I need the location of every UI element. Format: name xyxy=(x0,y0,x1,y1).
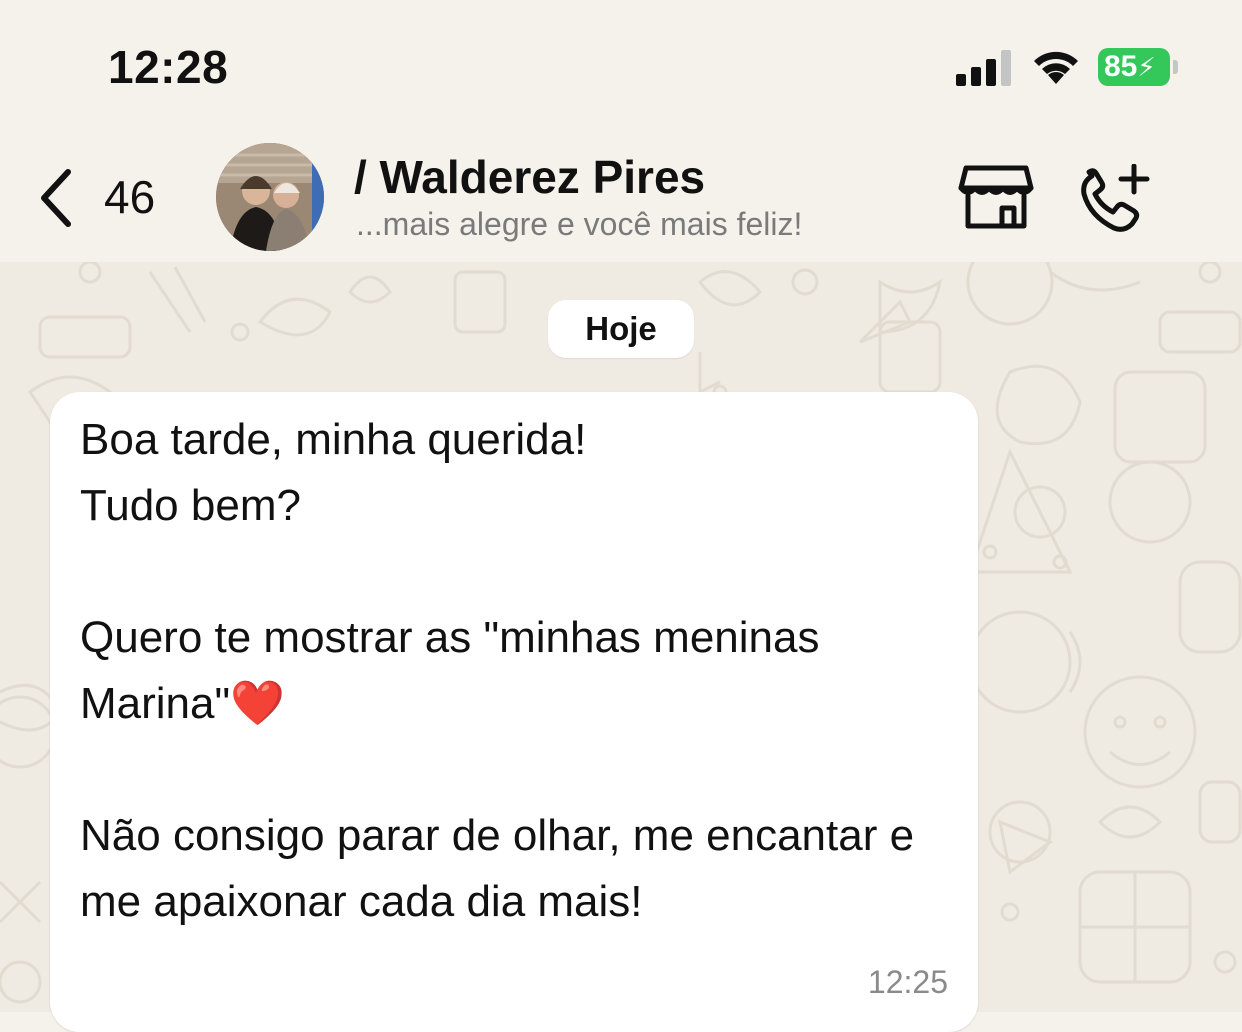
storefront-icon[interactable] xyxy=(958,164,1034,230)
status-time: 12:28 xyxy=(108,41,229,93)
battery-indicator: 85⚡ xyxy=(1098,48,1170,86)
battery-cap xyxy=(1173,60,1178,74)
avatar[interactable] xyxy=(216,143,324,251)
chevron-left-icon[interactable] xyxy=(36,168,76,228)
chat-header: 46 / Walderez Pires ...mais alegre e voc… xyxy=(0,130,1242,262)
add-call-icon[interactable] xyxy=(1078,164,1152,234)
status-bar: 12:28 85⚡ xyxy=(0,0,1242,130)
message-timestamp: 12:25 xyxy=(867,964,948,1000)
message-bubble-incoming[interactable]: Boa tarde, minha querida! Tudo bem? Quer… xyxy=(50,392,978,1032)
date-separator: Hoje xyxy=(548,300,694,358)
contact-status[interactable]: ...mais alegre e você mais feliz! xyxy=(356,206,802,243)
wifi-icon xyxy=(1034,51,1078,84)
back-unread-count[interactable]: 46 xyxy=(104,170,155,224)
avatar-photo xyxy=(216,143,324,251)
cellular-signal-icon xyxy=(956,50,1011,86)
battery-percent: 85 xyxy=(1104,50,1138,83)
message-text: Boa tarde, minha querida! Tudo bem? Quer… xyxy=(80,415,915,926)
contact-name[interactable]: / Walderez Pires xyxy=(354,150,705,204)
charging-bolt-icon: ⚡ xyxy=(1137,52,1156,82)
